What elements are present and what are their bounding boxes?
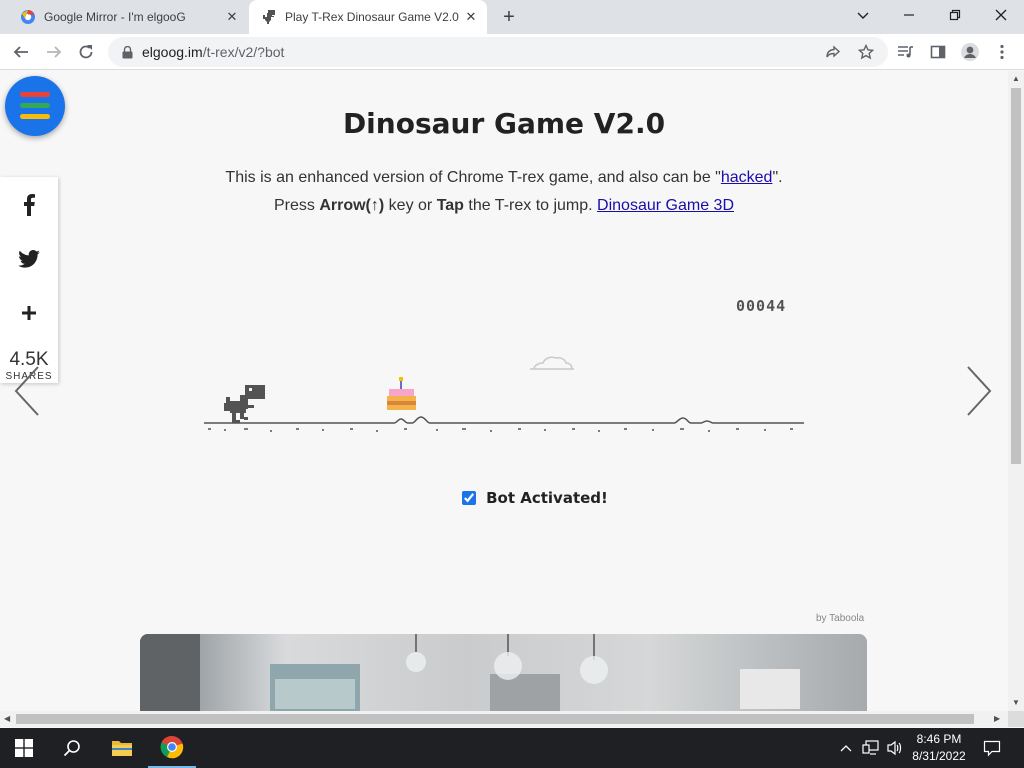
tab-dinosaur-game[interactable]: Play T-Rex Dinosaur Game V2.0 ( ✕ [249, 0, 487, 34]
minimize-button[interactable] [886, 0, 932, 30]
menu-bar-red [20, 92, 50, 97]
tab-google-mirror[interactable]: Google Mirror - I'm elgooG ✕ [8, 0, 248, 34]
plus-icon [22, 306, 36, 320]
key-or-text: key or [384, 197, 437, 214]
sponsored-ad-image[interactable] [140, 634, 867, 711]
search-icon [63, 740, 80, 757]
scroll-left-arrow[interactable]: ◀ [4, 714, 10, 723]
game-canvas[interactable]: 00044 [200, 293, 806, 435]
twitter-icon [18, 250, 40, 268]
reload-button[interactable] [72, 38, 100, 66]
scroll-right-arrow[interactable]: ▶ [994, 714, 1000, 723]
folder-icon [112, 741, 132, 756]
scrollbar-corner [1008, 711, 1024, 727]
t-rex-icon [224, 385, 265, 423]
instructions-paragraph: Press Arrow(↑) key or Tap the T-rex to j… [0, 197, 1008, 215]
page-content: 4.5K SHARES Dinosaur Game V2.0 This is a… [0, 71, 1008, 711]
intro-paragraph: This is an enhanced version of Chrome T-… [0, 169, 1008, 187]
forward-button[interactable] [40, 38, 68, 66]
taskbar-clock[interactable]: 8:46 PM 8/31/2022 [908, 731, 970, 765]
show-hidden-icons-button[interactable] [836, 728, 856, 768]
game-scene [204, 356, 804, 432]
jump-text: the T-rex to jump. [463, 197, 598, 214]
browser-toolbar: elgoog.im/t-rex/v2/?bot [0, 34, 1024, 70]
twitter-share-button[interactable] [0, 237, 58, 281]
lock-icon[interactable] [120, 45, 134, 59]
forward-arrow-icon [47, 46, 62, 58]
network-button[interactable] [860, 728, 882, 768]
arrow-key-text: Arrow(↑) [319, 197, 385, 214]
vertical-scroll-thumb[interactable] [1011, 88, 1021, 464]
bot-label[interactable]: Bot Activated! [486, 489, 608, 507]
media-playlist-icon[interactable] [894, 40, 918, 64]
close-window-button[interactable] [978, 0, 1024, 30]
close-tab-icon[interactable]: ✕ [461, 7, 481, 27]
windows-logo-icon [15, 739, 33, 757]
url-path: /t-rex/v2/?bot [202, 44, 285, 60]
elgoog-icon [20, 9, 36, 25]
url-text: elgoog.im/t-rex/v2/?bot [142, 44, 284, 60]
notifications-button[interactable] [976, 728, 1008, 768]
scroll-down-arrow[interactable]: ▼ [1012, 698, 1020, 707]
url-domain: elgoog.im [142, 44, 203, 60]
start-button[interactable] [0, 728, 48, 768]
profile-avatar-icon[interactable] [958, 40, 982, 64]
restore-button[interactable] [932, 0, 978, 30]
previous-game-button[interactable] [8, 363, 48, 419]
windows-taskbar: 8:46 PM 8/31/2022 [0, 728, 1024, 768]
clock-time: 8:46 PM [916, 732, 962, 746]
address-bar[interactable]: elgoog.im/t-rex/v2/?bot [108, 37, 888, 67]
close-tab-icon[interactable]: ✕ [222, 7, 242, 27]
restore-icon [949, 9, 961, 21]
share-page-icon[interactable] [821, 40, 845, 64]
dino-icon [261, 9, 277, 25]
tap-text: Tap [436, 197, 464, 214]
kebab-menu-icon[interactable] [990, 40, 1014, 64]
back-button[interactable] [7, 38, 35, 66]
chevron-down-icon [857, 12, 869, 19]
new-tab-button[interactable]: + [496, 5, 522, 29]
tab-search-button[interactable] [840, 0, 886, 30]
page-title: Dinosaur Game V2.0 [342, 107, 666, 140]
side-panel-icon[interactable] [926, 40, 950, 64]
minimize-icon [904, 14, 914, 16]
next-game-button[interactable] [958, 363, 998, 419]
notification-icon [983, 740, 1001, 757]
chrome-icon [160, 735, 184, 759]
volume-button[interactable] [884, 728, 906, 768]
horizontal-scroll-thumb[interactable] [16, 714, 974, 724]
intro-text: This is an enhanced version of Chrome T-… [225, 169, 721, 186]
dinosaur-game-3d-link[interactable]: Dinosaur Game 3D [597, 197, 734, 214]
close-icon [995, 9, 1007, 21]
chevron-right-icon [967, 366, 992, 416]
bookmark-star-icon[interactable] [854, 40, 878, 64]
bot-toggle: Bot Activated! [0, 489, 1008, 507]
speaker-icon [887, 740, 902, 756]
intro-tail: ". [772, 169, 783, 186]
search-button[interactable] [48, 728, 96, 768]
ground-line [204, 416, 804, 432]
tab-title: Google Mirror - I'm elgooG [44, 10, 186, 24]
chevron-up-icon [840, 745, 852, 752]
bot-checkbox[interactable] [462, 491, 477, 505]
press-text: Press [273, 197, 320, 214]
back-arrow-icon [13, 46, 28, 58]
cloud-icon [530, 356, 574, 370]
taboola-attribution[interactable]: by Taboola [816, 613, 864, 624]
more-share-button[interactable] [0, 291, 58, 335]
chrome-taskbar-button[interactable] [148, 728, 196, 768]
clock-date: 8/31/2022 [912, 749, 966, 763]
scroll-up-arrow[interactable]: ▲ [1012, 74, 1020, 83]
tab-title: Play T-Rex Dinosaur Game V2.0 ( [285, 10, 461, 24]
tab-strip: Google Mirror - I'm elgooG ✕ Play T-Rex … [0, 0, 1024, 34]
network-icon [862, 740, 879, 755]
kitchen-photo [140, 634, 800, 711]
hacked-link[interactable]: hacked [721, 169, 773, 186]
birthday-cake-icon [387, 377, 416, 410]
reload-icon [79, 45, 93, 59]
chevron-left-icon [14, 366, 39, 416]
file-explorer-button[interactable] [98, 728, 146, 768]
